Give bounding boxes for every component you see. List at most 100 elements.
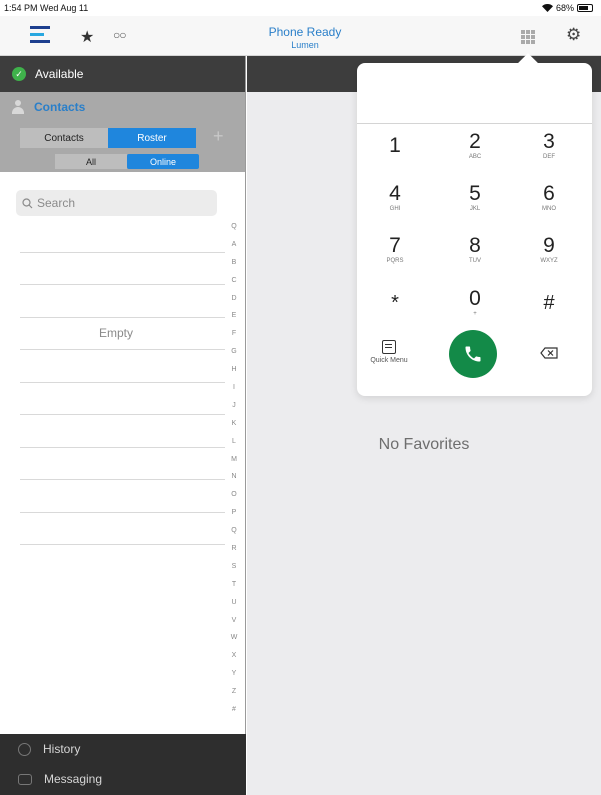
dial-key-digit: 7 [389,234,401,257]
list-item [20,350,225,383]
dial-key-letters: JKL [469,206,481,212]
dial-key-letters: GHI [389,206,401,212]
search-field[interactable] [16,190,217,216]
add-contact-button[interactable]: + [213,126,224,147]
wifi-icon [541,4,553,12]
index-letter[interactable]: Q [226,522,242,540]
dial-key-star[interactable]: * [365,292,425,314]
nav-history-label: History [43,742,81,756]
dial-key-hash[interactable]: # [519,292,579,314]
index-letter[interactable]: T [226,576,242,594]
list-item [20,285,225,318]
bottom-nav: History Messaging [0,734,246,795]
segment-contacts[interactable]: Contacts [20,128,108,148]
index-letter[interactable]: S [226,558,242,576]
nav-history[interactable]: History [0,734,246,764]
index-letter[interactable]: L [226,433,242,451]
call-button[interactable] [449,330,497,378]
presence-bar[interactable]: ✓ Available [0,56,245,92]
index-letter[interactable]: V [226,612,242,630]
quick-menu-label: Quick Menu [370,357,408,364]
app-logo-icon[interactable] [28,24,52,46]
index-letter[interactable]: Y [226,665,242,683]
contacts-header-label: Contacts [34,100,86,114]
dial-key-9[interactable]: 9 WXYZ [519,235,579,265]
check-icon: ✓ [12,67,26,81]
star-icon[interactable]: ★ [80,27,94,47]
dial-key-digit: 2 [469,130,481,153]
dial-key-1[interactable]: 1 [365,135,425,157]
dial-key-letters: PQRS [386,258,404,264]
segment-roster[interactable]: Roster [108,128,196,148]
index-letter[interactable]: I [226,379,242,397]
index-letter[interactable]: X [226,647,242,665]
quick-menu-button[interactable]: Quick Menu [359,340,419,364]
list-item [20,220,225,253]
dial-key-6[interactable]: 6 MNO [519,183,579,213]
left-panel: ✓ Available Contacts Contacts Roster + A… [0,56,246,795]
dial-key-3[interactable]: 3 DEF [519,131,579,161]
index-letter[interactable]: F [226,325,242,343]
nav-messaging[interactable]: Messaging [0,764,246,794]
contacts-roster-segment: Contacts Roster [20,128,196,148]
dial-key-digit: 5 [469,182,481,205]
dial-key-8[interactable]: 8 TUV [445,235,505,265]
top-toolbar: ★ ○○ Phone Ready Lumen ⚙ [0,16,601,56]
list-item [20,253,225,285]
index-letter[interactable]: A [226,236,242,254]
index-letter[interactable]: J [226,397,242,415]
phone-status: Phone Ready Lumen [230,25,380,50]
index-letter[interactable]: R [226,540,242,558]
dial-key-digit: 6 [543,182,555,205]
battery-percent: 68% [555,3,574,13]
empty-list-label: Empty [98,326,133,340]
dial-key-digit: 9 [543,234,555,257]
index-letter[interactable]: N [226,468,242,486]
index-letter[interactable]: D [226,290,242,308]
search-input[interactable] [37,196,207,210]
index-letter[interactable]: W [226,629,242,647]
index-letter[interactable]: E [226,307,242,325]
index-letter[interactable]: H [226,361,242,379]
gear-icon[interactable]: ⚙ [566,25,581,45]
battery-indicator: 68% [541,3,593,13]
index-letter[interactable]: U [226,594,242,612]
index-letter[interactable]: Q [226,218,242,236]
backspace-icon[interactable] [540,347,558,359]
alphabet-index[interactable]: Q A B C D E F G H I J K L M N O P Q R S T U V W X Y Z # [226,218,242,719]
battery-icon [577,4,593,12]
nav-messaging-label: Messaging [44,772,103,786]
dial-key-0[interactable]: 0 + [445,288,505,318]
index-letter[interactable]: G [226,343,242,361]
index-letter[interactable]: B [226,254,242,272]
list-item [20,415,225,448]
status-bar: 1:54 PM Wed Aug 11 68% [0,0,601,16]
dialpad-grid-icon[interactable] [521,30,535,44]
index-letter[interactable]: K [226,415,242,433]
segment-all[interactable]: All [55,154,127,169]
dial-key-2[interactable]: 2 ABC [445,131,505,161]
dial-key-digit: 4 [389,182,401,205]
dial-key-7[interactable]: 7 PQRS [365,235,425,265]
dial-key-digit: 1 [389,134,401,157]
index-letter[interactable]: Z [226,683,242,701]
voicemail-icon[interactable]: ○○ [113,28,126,42]
dial-number-display[interactable] [357,63,592,124]
index-letter[interactable]: # [226,701,242,719]
person-icon [12,100,24,114]
dial-key-digit: 8 [469,234,481,257]
dial-key-digit: 3 [543,130,555,153]
index-letter[interactable]: P [226,504,242,522]
chat-bubble-icon [18,773,32,785]
dial-key-letters: + [473,311,477,317]
index-letter[interactable]: O [226,486,242,504]
list-item [20,513,225,545]
dialpad-popover: 1 2 ABC 3 DEF 4 GHI 5 JKL 6 MNO 7 PQRS 8 TUV 9 WXYZ * 0 + # … [357,53,592,396]
dial-key-5[interactable]: 5 JKL [445,183,505,213]
segment-online[interactable]: Online [127,154,199,169]
index-letter[interactable]: C [226,272,242,290]
dial-key-4[interactable]: 4 GHI [365,183,425,213]
contacts-header[interactable]: Contacts [0,92,245,122]
quick-menu-icon [382,340,396,354]
index-letter[interactable]: M [226,451,242,469]
